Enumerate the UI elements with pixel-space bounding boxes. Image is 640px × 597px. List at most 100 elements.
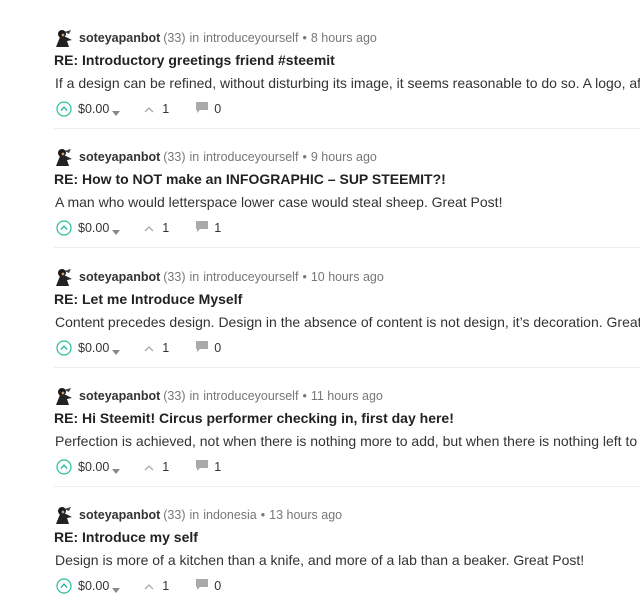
reply-count-value: 1 <box>214 221 222 235</box>
avatar-icon[interactable] <box>54 267 74 287</box>
timestamp-link[interactable]: 9 hours ago <box>311 150 377 164</box>
payout-value: $0.00 <box>78 460 110 474</box>
reply-count[interactable]: 1 <box>195 459 221 475</box>
post-title-link[interactable]: RE: Introduce my self <box>54 529 198 545</box>
divider <box>54 247 640 248</box>
category-link[interactable]: indonesia <box>203 508 257 522</box>
post-item: soteyapanbot (33) in introduceyourself •… <box>0 368 640 488</box>
reply-count[interactable]: 0 <box>195 101 221 117</box>
comment-bubble-icon <box>195 578 209 594</box>
author-reputation: (33) <box>163 389 186 403</box>
author-link[interactable]: soteyapanbot <box>79 31 160 45</box>
author-link[interactable]: soteyapanbot <box>79 150 160 164</box>
post-title-link[interactable]: RE: Introductory greetings friend #steem… <box>54 52 335 68</box>
post-title-link[interactable]: RE: How to NOT make an INFOGRAPHIC – SUP… <box>54 171 446 187</box>
upvote-chevron-icon[interactable] <box>56 459 72 475</box>
timestamp-link[interactable]: 13 hours ago <box>269 508 342 522</box>
caret-down-icon <box>112 225 121 235</box>
caret-down-icon <box>112 345 121 355</box>
post-meta: soteyapanbot (33) in introduceyourself •… <box>54 28 377 48</box>
reply-count[interactable]: 0 <box>195 578 221 594</box>
post-meta: soteyapanbot (33) in indonesia • 13 hour… <box>54 505 342 525</box>
vote-count-value: 1 <box>162 102 170 116</box>
chevron-up-icon <box>144 341 154 355</box>
author-link[interactable]: soteyapanbot <box>79 270 160 284</box>
post-footer: $0.00 1 1 <box>56 218 221 238</box>
post-footer: $0.00 1 0 <box>56 338 221 358</box>
vote-count[interactable]: 1 <box>144 579 169 593</box>
post-footer: $0.00 1 1 <box>56 457 221 477</box>
vote-count-value: 1 <box>162 579 170 593</box>
author-link[interactable]: soteyapanbot <box>79 508 160 522</box>
timestamp-link[interactable]: 10 hours ago <box>311 270 384 284</box>
post-title-link[interactable]: RE: Hi Steemit! Circus performer checkin… <box>54 410 454 426</box>
author-reputation: (33) <box>163 270 186 284</box>
post-item: soteyapanbot (33) in introduceyourself •… <box>0 249 640 369</box>
comment-feed: soteyapanbot (33) in introduceyourself •… <box>0 0 640 597</box>
meta-separator: • <box>260 508 266 522</box>
meta-separator: • <box>302 270 307 284</box>
post-body-preview[interactable]: Perfection is achieved, not when there i… <box>55 433 640 449</box>
author-reputation: (33) <box>163 150 186 164</box>
post-body-preview[interactable]: Content precedes design. Design in the a… <box>55 314 640 330</box>
post-meta: soteyapanbot (33) in introduceyourself •… <box>54 386 383 406</box>
reply-count-value: 0 <box>214 579 222 593</box>
category-link[interactable]: introduceyourself <box>203 150 298 164</box>
in-label: in <box>189 389 200 403</box>
vote-count[interactable]: 1 <box>144 221 169 235</box>
upvote-chevron-icon[interactable] <box>56 578 72 594</box>
caret-down-icon <box>112 464 121 474</box>
post-footer: $0.00 1 0 <box>56 576 221 596</box>
vote-count-value: 1 <box>162 460 170 474</box>
in-label: in <box>189 270 200 284</box>
payout-dropdown[interactable]: $0.00 <box>78 102 121 116</box>
upvote-chevron-icon[interactable] <box>56 340 72 356</box>
reply-count-value: 0 <box>214 102 222 116</box>
post-body-preview[interactable]: A man who would letterspace lower case w… <box>55 194 502 210</box>
avatar-icon[interactable] <box>54 28 74 48</box>
post-title-link[interactable]: RE: Let me Introduce Myself <box>54 291 242 307</box>
payout-value: $0.00 <box>78 579 110 593</box>
reply-count[interactable]: 1 <box>195 220 221 236</box>
chevron-up-icon <box>144 460 154 474</box>
post-meta: soteyapanbot (33) in introduceyourself •… <box>54 267 384 287</box>
author-reputation: (33) <box>163 31 186 45</box>
author-reputation: (33) <box>163 508 186 522</box>
chevron-up-icon <box>144 221 154 235</box>
reply-count[interactable]: 0 <box>195 340 221 356</box>
avatar-icon[interactable] <box>54 386 74 406</box>
comment-bubble-icon <box>195 101 209 117</box>
caret-down-icon <box>112 106 121 116</box>
chevron-up-icon <box>144 102 154 116</box>
payout-dropdown[interactable]: $0.00 <box>78 341 121 355</box>
vote-count[interactable]: 1 <box>144 102 169 116</box>
timestamp-link[interactable]: 8 hours ago <box>311 31 377 45</box>
vote-count[interactable]: 1 <box>144 341 169 355</box>
meta-separator: • <box>302 31 307 45</box>
payout-value: $0.00 <box>78 221 110 235</box>
vote-count-value: 1 <box>162 341 170 355</box>
payout-dropdown[interactable]: $0.00 <box>78 460 121 474</box>
post-footer: $0.00 1 0 <box>56 99 221 119</box>
upvote-chevron-icon[interactable] <box>56 101 72 117</box>
author-link[interactable]: soteyapanbot <box>79 389 160 403</box>
upvote-chevron-icon[interactable] <box>56 220 72 236</box>
payout-dropdown[interactable]: $0.00 <box>78 579 121 593</box>
in-label: in <box>189 508 200 522</box>
comment-bubble-icon <box>195 220 209 236</box>
avatar-icon[interactable] <box>54 505 74 525</box>
category-link[interactable]: introduceyourself <box>203 31 298 45</box>
vote-count[interactable]: 1 <box>144 460 169 474</box>
post-body-preview[interactable]: If a design can be refined, without dist… <box>55 75 640 91</box>
category-link[interactable]: introduceyourself <box>203 389 298 403</box>
comment-bubble-icon <box>195 459 209 475</box>
chevron-up-icon <box>144 579 154 593</box>
avatar-icon[interactable] <box>54 147 74 167</box>
post-body-preview[interactable]: Design is more of a kitchen than a knife… <box>55 552 584 568</box>
payout-dropdown[interactable]: $0.00 <box>78 221 121 235</box>
category-link[interactable]: introduceyourself <box>203 270 298 284</box>
reply-count-value: 1 <box>214 460 222 474</box>
timestamp-link[interactable]: 11 hours ago <box>311 389 383 403</box>
post-item: soteyapanbot (33) in introduceyourself •… <box>0 10 640 130</box>
comment-bubble-icon <box>195 340 209 356</box>
